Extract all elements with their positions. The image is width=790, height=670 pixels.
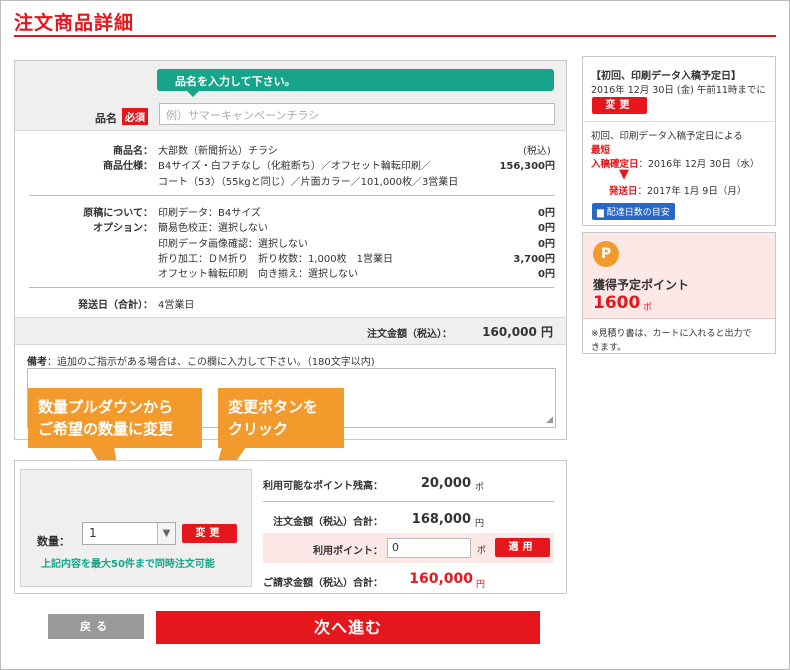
name-tooltip: 品名を入力して下さい。 bbox=[157, 69, 554, 91]
shipping-value: 4営業日 bbox=[158, 300, 195, 311]
billing-value: 160,000 bbox=[409, 571, 473, 587]
shipping-key: 発送日（合計）： bbox=[78, 300, 153, 311]
callout-line: クリック bbox=[228, 420, 289, 438]
chevron-down-icon[interactable]: ▼ bbox=[157, 523, 175, 544]
required-badge: 必須 bbox=[122, 108, 148, 125]
use-points-label: 利用ポイント： bbox=[313, 546, 383, 557]
yen-unit: 円 bbox=[475, 519, 485, 529]
chat-icon: ▆ bbox=[597, 208, 604, 218]
option-row: 簡易色校正：選択しない bbox=[158, 223, 268, 234]
product-detail-panel: 品名を入力して下さい。 品名 必須 例）サマーキャンペーンチラシ 商品名： 大部… bbox=[14, 60, 567, 440]
points-label: 獲得予定ポイント bbox=[593, 278, 690, 292]
product-spec-line2: コート（53）（55kgと同じ）／片面カラー／101,000枚／3営業日 bbox=[158, 177, 459, 188]
divider bbox=[29, 287, 554, 288]
product-name-key: 商品名： bbox=[113, 146, 153, 157]
schedule-ship: 発送日：2017年 1月 9日（月） bbox=[609, 183, 746, 197]
product-name-label: 品名 bbox=[95, 112, 117, 125]
billing-label: ご請求金額（税込）合計： bbox=[263, 578, 383, 589]
use-points-input[interactable]: 0 bbox=[387, 538, 471, 558]
order-total-label: 注文金額（税込）： bbox=[367, 329, 452, 340]
quantity-section: 数量： 1 ▼ 変更 上記内容を最大50件まで同時注文可能 bbox=[20, 469, 252, 587]
option-price: 0円 bbox=[538, 239, 555, 250]
estimate-note-line2: きます。 bbox=[591, 343, 627, 353]
quantity-selected: 1 bbox=[89, 526, 97, 540]
points-unit: ポ bbox=[477, 546, 487, 556]
points-value: 1600 bbox=[593, 293, 641, 313]
confirm-label: 入稿確定日 bbox=[591, 159, 639, 170]
schedule-fastest: 最短 bbox=[591, 145, 611, 156]
quantity-change-button[interactable]: 変更 bbox=[182, 524, 237, 543]
ship-value: ：2017年 1月 9日（月） bbox=[637, 186, 747, 197]
points-icon: P bbox=[593, 241, 619, 267]
quantity-select[interactable]: 1 ▼ bbox=[82, 522, 176, 545]
product-name-value: 大部数（新聞折込）チラシ bbox=[158, 146, 278, 157]
callout-line: ご希望の数量に変更 bbox=[38, 420, 174, 438]
points-balance-label: 利用可能なポイント残高： bbox=[263, 481, 383, 492]
divider bbox=[583, 121, 775, 122]
points-header: P 獲得予定ポイント 1600 ポ bbox=[583, 233, 775, 319]
ship-label: 発送日 bbox=[609, 186, 638, 197]
delivery-guide-button[interactable]: ▆ 配達日数の目安 bbox=[592, 203, 675, 220]
product-name-input[interactable]: 例）サマーキャンペーンチラシ bbox=[159, 103, 555, 125]
estimate-note-line1: ※見積り書は、カートに入れると出力で bbox=[591, 329, 752, 339]
yen-unit: 円 bbox=[476, 580, 486, 590]
option-price: 3,700円 bbox=[513, 254, 555, 265]
schedule-date: 2016年 12月 30日 (金) 午前11時までに bbox=[591, 85, 766, 96]
delivery-guide-label: 配達日数の目安 bbox=[606, 208, 670, 218]
back-button[interactable]: 戻る bbox=[48, 614, 144, 639]
callout-change: 変更ボタンを クリック bbox=[218, 388, 344, 448]
tooltip-arrow bbox=[187, 91, 199, 97]
callout-line: 変更ボタンを bbox=[228, 398, 319, 416]
remarks-hint: ：追加のご指示がある場合は、この欄に入力して下さい。（180文字以内) bbox=[47, 357, 375, 368]
quantity-note: 上記内容を最大50件まで同時注文可能 bbox=[41, 559, 215, 570]
option-row: オフセット輪転印刷 向き揃え：選択しない bbox=[158, 269, 358, 280]
order-total-value: 160,000 円 bbox=[482, 325, 553, 339]
title-rule bbox=[14, 35, 776, 37]
product-name-section: 品名を入力して下さい。 品名 必須 例）サマーキャンペーンチラシ bbox=[15, 61, 566, 131]
product-spec-line1: B4サイズ・白フチなし（化粧断ち）／オフセット輪転印刷／ bbox=[158, 161, 431, 172]
resize-grip-icon[interactable]: ◢ bbox=[546, 415, 553, 425]
option-row: 印刷データ：B4サイズ bbox=[158, 208, 261, 219]
option-price: 0円 bbox=[538, 269, 555, 280]
sidebar-points: P 獲得予定ポイント 1600 ポ ※見積り書は、カートに入れると出力で きます… bbox=[582, 232, 776, 354]
schedule-heading: 【初回、印刷データ入稿予定日】 bbox=[591, 71, 741, 82]
option-price: 0円 bbox=[538, 208, 555, 219]
order-total-bar: 注文金額（税込）： 160,000 円 bbox=[15, 317, 566, 345]
product-spec-price: 156,300円 bbox=[499, 161, 555, 172]
points-unit: ポ bbox=[475, 483, 485, 493]
arrow-down-icon: ▼ bbox=[619, 167, 629, 182]
option-row: 折り加工：ＤＭ折り 折り枚数：1,000枚 1営業日 bbox=[158, 254, 393, 265]
option-row: 印刷データ画像確認：選択しない bbox=[158, 239, 308, 250]
remarks-key: 備考 bbox=[27, 357, 47, 368]
next-button[interactable]: 次へ進む bbox=[156, 611, 540, 644]
quantity-label: 数量： bbox=[37, 535, 70, 548]
order-amount-value: 168,000 bbox=[411, 512, 471, 527]
points-unit: ポ bbox=[643, 303, 653, 313]
apply-points-button[interactable]: 適用 bbox=[495, 538, 550, 557]
tax-note: (税込) bbox=[523, 146, 551, 157]
sidebar-schedule: 【初回、印刷データ入稿予定日】 2016年 12月 30日 (金) 午前11時ま… bbox=[582, 56, 776, 226]
page-title: 注文商品詳細 bbox=[14, 12, 135, 34]
manuscript-key: 原稿について： bbox=[83, 208, 153, 219]
schedule-confirm: 入稿確定日：2016年 12月 30日（水） bbox=[591, 156, 759, 170]
order-amount-label: 注文金額（税込）合計： bbox=[273, 517, 383, 528]
divider bbox=[263, 501, 554, 502]
remarks-label: 備考：追加のご指示がある場合は、この欄に入力して下さい。（180文字以内) bbox=[27, 353, 375, 368]
divider bbox=[29, 195, 554, 196]
quantity-panel: 数量： 1 ▼ 変更 上記内容を最大50件まで同時注文可能 利用可能なポイント残… bbox=[14, 460, 567, 594]
schedule-intro: 初回、印刷データ入稿予定日による bbox=[591, 131, 743, 142]
points-balance-value: 20,000 bbox=[420, 476, 471, 491]
product-spec-key: 商品仕様： bbox=[103, 161, 153, 172]
use-points-row: 利用ポイント： 0 ポ 適用 bbox=[263, 533, 554, 563]
option-key: オプション： bbox=[93, 223, 153, 234]
callout-line: 数量プルダウンから bbox=[38, 398, 174, 416]
callout-quantity: 数量プルダウンから ご希望の数量に変更 bbox=[28, 388, 202, 448]
confirm-value: ：2016年 12月 30日（水） bbox=[638, 159, 760, 170]
option-price: 0円 bbox=[538, 223, 555, 234]
schedule-change-button[interactable]: 変更 bbox=[592, 97, 647, 114]
